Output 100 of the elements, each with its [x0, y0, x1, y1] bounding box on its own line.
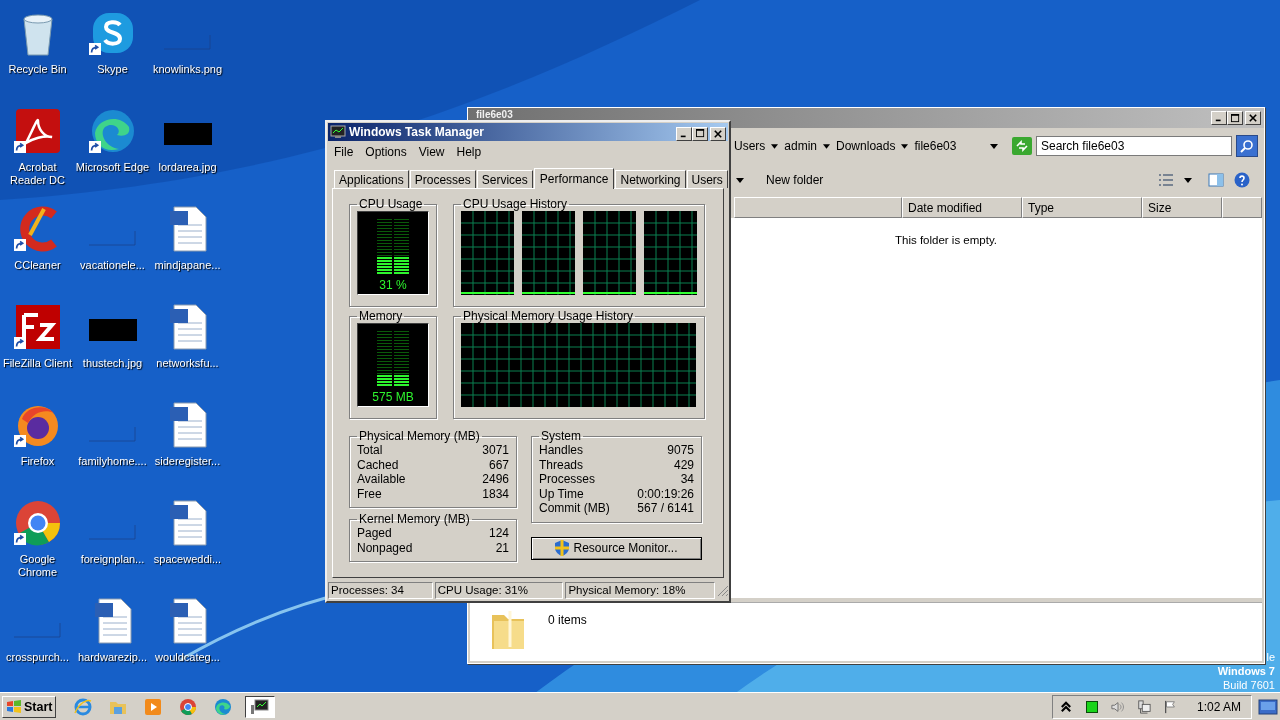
- icon-label[interactable]: Firefox: [20, 455, 55, 468]
- breadcrumb[interactable]: admin: [784, 139, 818, 153]
- icon-label[interactable]: crosspurch...: [6, 651, 69, 664]
- close-icon: [1249, 114, 1257, 122]
- icon-label[interactable]: mindjapane...: [154, 259, 221, 272]
- group-title: Memory: [358, 309, 404, 323]
- stat-value: 0:00:19:26: [637, 486, 694, 501]
- stat-label: Handles: [539, 443, 584, 458]
- tab[interactable]: Processes: [409, 170, 476, 188]
- chevron-up-icon[interactable]: [1058, 699, 1073, 714]
- caret-icon[interactable]: [990, 144, 998, 149]
- stat-label: Processes: [539, 472, 596, 487]
- stat-value: 667: [488, 457, 509, 472]
- icon-label[interactable]: thustech.jpg: [82, 357, 143, 370]
- icon-label[interactable]: Recycle Bin: [8, 63, 67, 76]
- maximize-button[interactable]: [692, 126, 708, 141]
- close-icon: [714, 129, 722, 138]
- column-header[interactable]: Date modified: [902, 197, 1022, 218]
- stat-value: 3071: [482, 443, 509, 458]
- caret-icon[interactable]: [736, 177, 744, 183]
- caret-icon[interactable]: [771, 143, 779, 149]
- monitor-icon: [330, 125, 346, 139]
- tab[interactable]: Networking: [615, 170, 686, 188]
- icon-label[interactable]: Skype: [97, 63, 128, 76]
- icon-label[interactable]: knowlinks.png: [152, 63, 223, 76]
- caret-icon[interactable]: [1184, 177, 1192, 183]
- app-icon[interactable]: [13, 499, 62, 547]
- column-header[interactable]: [1222, 197, 1262, 218]
- column-header[interactable]: Size: [1142, 197, 1222, 218]
- status-pane: Physical Memory: 18%: [565, 582, 716, 599]
- close-button[interactable]: [1245, 111, 1261, 125]
- menu-item[interactable]: Help: [451, 144, 487, 160]
- icon-label[interactable]: wouldcateg...: [155, 651, 220, 664]
- column-header[interactable]: [734, 197, 902, 218]
- icon-label[interactable]: foreignplan...: [80, 553, 145, 566]
- show-desktop-icon[interactable]: [1258, 698, 1278, 715]
- meter-icon[interactable]: [1084, 699, 1099, 714]
- flag-icon[interactable]: [1162, 699, 1177, 714]
- stat-value: 124: [488, 526, 509, 541]
- menu-item[interactable]: Options: [360, 144, 412, 160]
- stat-label: Paged: [357, 526, 392, 541]
- breadcrumb[interactable]: Users: [734, 139, 766, 153]
- search-field[interactable]: Search file6e03: [1036, 136, 1232, 156]
- column-header[interactable]: Type: [1022, 197, 1142, 218]
- stat-value: 2496: [482, 472, 509, 487]
- tab[interactable]: Users: [686, 170, 728, 188]
- shield-icon: [555, 540, 570, 556]
- monitor-icon[interactable]: [245, 695, 276, 718]
- group-title: Physical Memory (MB): [358, 429, 481, 443]
- window-title: Windows Task Manager: [349, 125, 486, 139]
- meter-reading: 575 MB: [372, 390, 414, 404]
- stat-label: Free: [357, 486, 382, 501]
- close-button[interactable]: [710, 126, 726, 141]
- icon-label[interactable]: networksfu...: [156, 357, 219, 370]
- start-button[interactable]: Start: [2, 695, 57, 718]
- caret-icon[interactable]: [823, 143, 831, 149]
- stat-label: Total: [357, 443, 383, 458]
- minimize-button[interactable]: [1211, 111, 1227, 125]
- stat-label: Nonpaged: [357, 540, 413, 555]
- group-title: System: [540, 429, 582, 443]
- icon-label[interactable]: lordarea.jpg: [158, 161, 217, 174]
- breadcrumb[interactable]: file6e03: [914, 139, 957, 153]
- menu-item[interactable]: View: [413, 144, 450, 160]
- maximize-button[interactable]: [1227, 111, 1243, 125]
- icon-label[interactable]: spaceweddi...: [153, 553, 222, 566]
- resource-monitor-button[interactable]: Resource Monitor...: [531, 536, 702, 560]
- icon-label[interactable]: hardwarezip...: [77, 651, 148, 664]
- resize-grip-icon[interactable]: [717, 584, 729, 597]
- maximize-icon: [695, 129, 705, 138]
- stat-value: 567 / 6141: [637, 501, 694, 516]
- tab[interactable]: Applications: [334, 170, 409, 188]
- stat-label: Commit (MB): [539, 501, 610, 516]
- icon-label[interactable]: Microsoft Edge: [75, 161, 150, 174]
- help-icon[interactable]: [1234, 172, 1250, 188]
- icon-label[interactable]: Google Chrome: [0, 553, 75, 579]
- tab[interactable]: Services: [476, 170, 533, 188]
- status-pane: CPU Usage: 31%: [434, 582, 564, 599]
- network-icon[interactable]: [1136, 699, 1151, 714]
- icon-label[interactable]: Acrobat Reader DC: [0, 161, 75, 187]
- caret-icon[interactable]: [901, 143, 909, 149]
- stat-value: 429: [673, 457, 694, 472]
- refresh-icon[interactable]: [1012, 137, 1032, 155]
- os-version-text: Windows 7: [1217, 664, 1275, 678]
- menu-item[interactable]: File: [329, 144, 359, 160]
- search-button[interactable]: [1236, 135, 1258, 157]
- clock[interactable]: 1:02 AM: [1196, 699, 1241, 714]
- breadcrumb[interactable]: Downloads: [836, 139, 896, 153]
- minimize-button[interactable]: [676, 126, 692, 141]
- icon-label[interactable]: CCleaner: [14, 259, 61, 272]
- status-pane: Processes: 34: [328, 582, 433, 599]
- icon-label[interactable]: familyhome....: [78, 455, 147, 468]
- tab[interactable]: Performance: [533, 168, 615, 189]
- meter-reading: 31 %: [379, 278, 407, 292]
- icon-label[interactable]: vacationele...: [80, 259, 145, 272]
- preview-pane-icon[interactable]: [1208, 172, 1224, 188]
- toolbar-button[interactable]: New folder: [762, 171, 828, 189]
- icon-label[interactable]: sideregister...: [154, 455, 221, 468]
- icon-label[interactable]: FileZilla Client: [2, 357, 73, 370]
- os-version-text: Build 7601: [1223, 678, 1275, 692]
- search-icon: [1240, 139, 1254, 153]
